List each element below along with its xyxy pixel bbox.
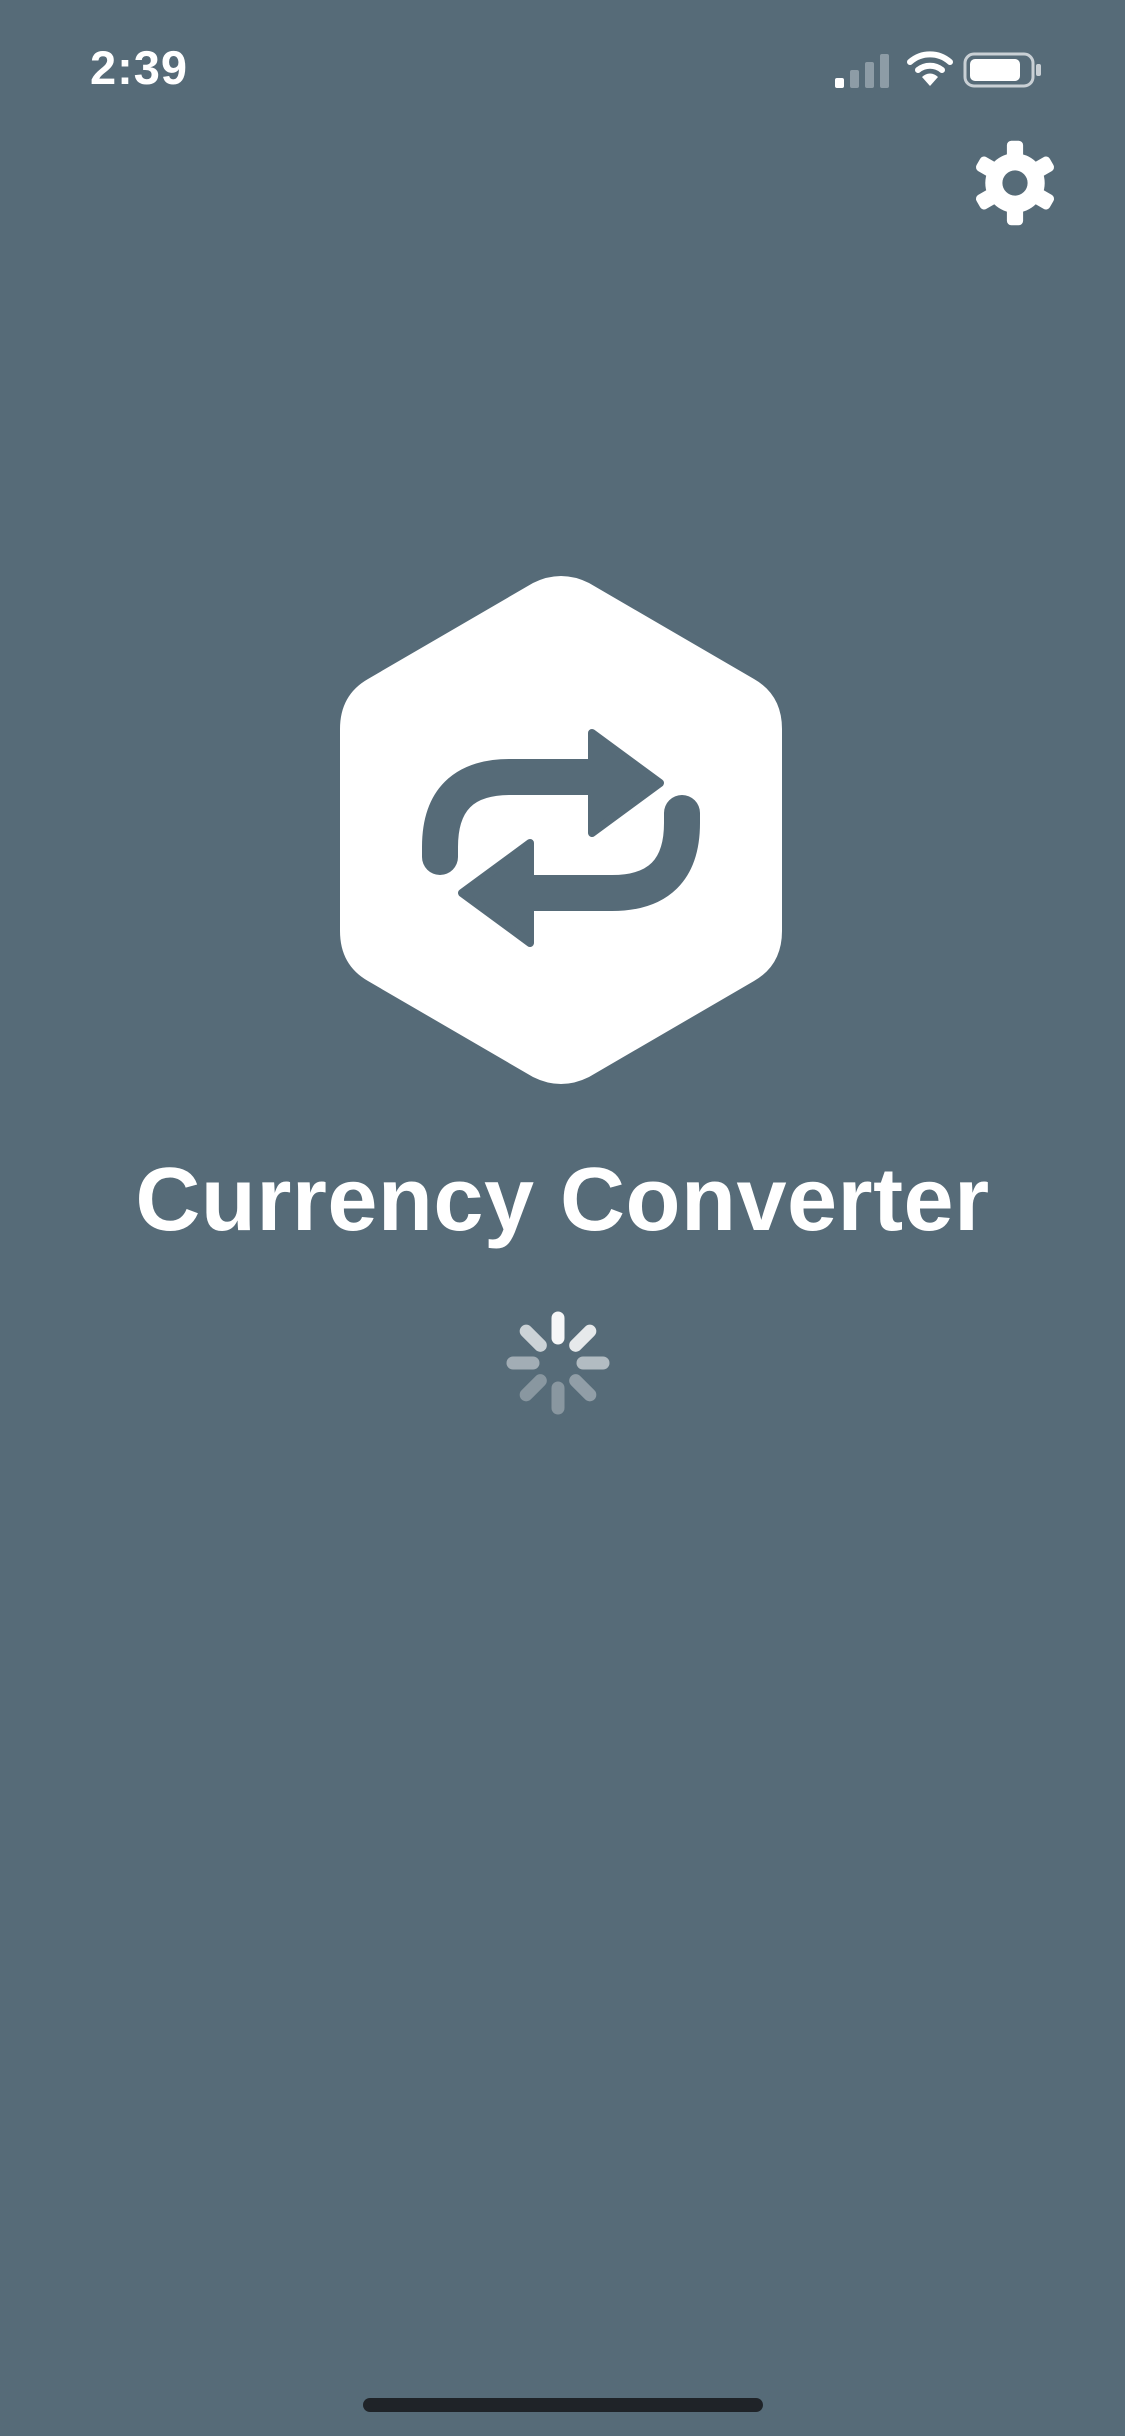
activity-spinner-icon	[506, 1311, 610, 1415]
wifi-icon	[907, 51, 953, 86]
app-title: Currency Converter	[135, 1150, 990, 1250]
status-icons	[835, 48, 1085, 92]
gear-icon	[975, 140, 1055, 226]
cellular-signal-icon	[835, 54, 889, 88]
settings-button[interactable]	[970, 138, 1060, 228]
battery-icon	[963, 52, 1041, 88]
status-time: 2:39	[90, 41, 189, 94]
home-indicator[interactable]	[363, 2398, 763, 2412]
currency-exchange-arrows-icon	[340, 576, 782, 1084]
splash-screen: 2:39 Currency Converter	[0, 0, 1125, 2436]
